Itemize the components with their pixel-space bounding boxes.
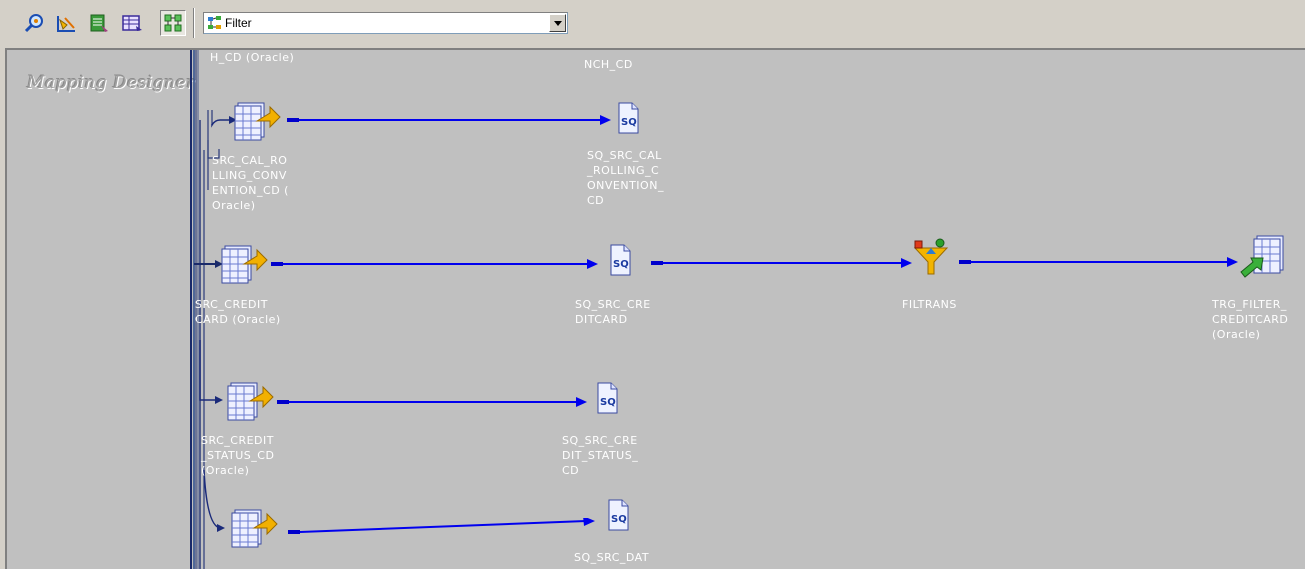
node-label-sq-cal-rolling: SQ_SRC_CAL _ROLLING_C ONVENTION_ CD bbox=[587, 149, 664, 207]
node-label-sq-credit-status: SQ_SRC_CRE DIT_STATUS_ CD bbox=[562, 434, 639, 477]
target-table-icon bbox=[1240, 235, 1284, 278]
zoom-transformation-button[interactable] bbox=[21, 10, 47, 36]
source-qualifier-node-credit-status[interactable]: SQ bbox=[594, 380, 620, 421]
source-definition-node-dat[interactable] bbox=[229, 502, 279, 553]
link-port bbox=[271, 262, 283, 266]
link-port bbox=[288, 530, 300, 534]
arrange-button[interactable] bbox=[53, 10, 79, 36]
source-qualifier-node-cal-rolling[interactable]: SQ bbox=[615, 100, 641, 141]
node-label-trg-filter: TRG_FILTER_ CREDITCARD (Oracle) bbox=[1212, 298, 1289, 341]
svg-text:SQ: SQ bbox=[611, 514, 627, 525]
svg-text:SQ: SQ bbox=[613, 259, 629, 270]
filter-icon bbox=[913, 238, 949, 275]
link-cal-rolling-to-sq bbox=[299, 119, 602, 121]
link-arrowhead bbox=[576, 397, 587, 407]
link-arrowhead bbox=[901, 258, 912, 268]
svg-text:SQ: SQ bbox=[600, 397, 616, 408]
edit-transformation-button[interactable] bbox=[86, 10, 112, 36]
link-port bbox=[287, 118, 299, 122]
link-port bbox=[277, 400, 289, 404]
svg-text:SQ: SQ bbox=[621, 117, 637, 128]
source-qualifier-icon: SQ bbox=[610, 244, 631, 276]
iconize-icon bbox=[164, 14, 182, 32]
link-arrowhead bbox=[600, 115, 611, 125]
table-view-button[interactable] bbox=[119, 10, 145, 36]
edit-transformation-icon bbox=[90, 14, 108, 32]
source-table-icon bbox=[221, 245, 268, 284]
link-dat-to-sq bbox=[300, 518, 595, 533]
source-definition-node-cal-rolling[interactable] bbox=[232, 95, 282, 146]
source-table-icon bbox=[227, 382, 274, 421]
link-sq-to-filtrans bbox=[663, 262, 903, 264]
source-qualifier-icon: SQ bbox=[597, 382, 618, 414]
filter-transformation-icon bbox=[207, 15, 223, 36]
node-label-src-credit-status: SRC_CREDIT _STATUS_CD (Oracle) bbox=[201, 434, 275, 477]
designer-toolbar: Filter bbox=[0, 0, 1305, 48]
source-table-icon bbox=[231, 509, 278, 548]
node-label-sq-creditcard: SQ_SRC_CRE DITCARD bbox=[575, 298, 651, 326]
source-qualifier-node-dat[interactable]: SQ bbox=[605, 497, 631, 538]
link-credit-status-to-sq bbox=[289, 401, 578, 403]
filter-transformation-node[interactable] bbox=[913, 238, 949, 283]
combo-value: Filter bbox=[225, 16, 252, 30]
link-arrowhead bbox=[1227, 257, 1238, 267]
iconize-button[interactable] bbox=[160, 10, 186, 36]
mapping-canvas[interactable]: Mapping Designer H_CD (Oracle) NCH_CD SQ… bbox=[5, 48, 1305, 569]
chevron-down-icon[interactable] bbox=[549, 14, 566, 32]
node-label-src-cal-rolling: SRC_CAL_RO LLING_CONV ENTION_CD (Oracle) bbox=[212, 154, 289, 212]
target-definition-node[interactable] bbox=[1239, 232, 1287, 285]
source-table-icon bbox=[234, 102, 281, 141]
link-port bbox=[959, 260, 971, 264]
source-definition-node-creditcard[interactable] bbox=[219, 238, 269, 289]
informatica-designer-window: Filter Mapping Designer H_CD (Oracle) NC… bbox=[0, 0, 1305, 569]
node-label-partial-sq: NCH_CD bbox=[584, 58, 633, 71]
transformation-type-combo[interactable]: Filter bbox=[203, 12, 568, 34]
node-label-filtrans: FILTRANS bbox=[902, 298, 957, 311]
link-arrowhead bbox=[587, 259, 598, 269]
source-definition-node-credit-status[interactable] bbox=[225, 375, 275, 426]
link-port bbox=[651, 261, 663, 265]
node-label-src-creditcard: SRC_CREDIT CARD (Oracle) bbox=[195, 298, 281, 326]
source-qualifier-icon: SQ bbox=[618, 102, 639, 134]
arrange-icon bbox=[57, 16, 75, 32]
source-qualifier-node-creditcard[interactable]: SQ bbox=[607, 242, 633, 283]
table-view-icon bbox=[122, 15, 142, 31]
node-label-partial-source: H_CD (Oracle) bbox=[210, 51, 295, 64]
zoom-transformation-icon bbox=[24, 14, 43, 33]
link-creditcard-to-sq bbox=[283, 263, 588, 265]
link-filtrans-to-target bbox=[971, 261, 1229, 263]
toolbar-separator bbox=[193, 8, 195, 38]
node-label-sq-dat: SQ_SRC_DAT bbox=[574, 551, 650, 564]
source-qualifier-icon: SQ bbox=[608, 499, 629, 531]
